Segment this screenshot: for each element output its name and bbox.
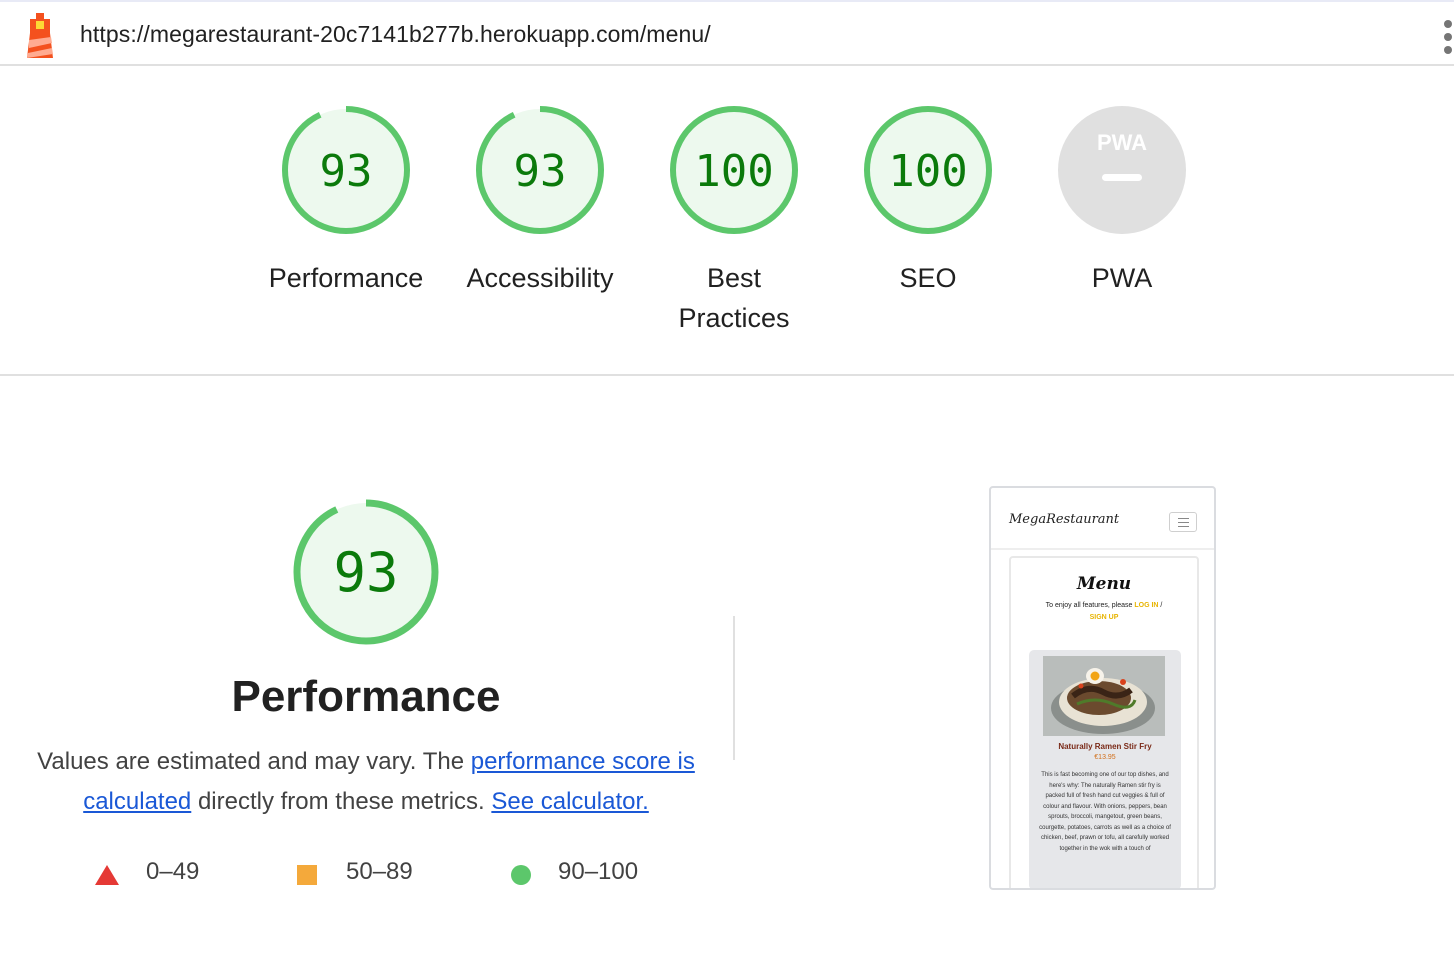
- pwa-badge-icon: PWA: [1058, 106, 1186, 234]
- performance-score: 93: [333, 541, 398, 604]
- thumbnail-navbar: MegaRestaurant: [991, 488, 1214, 550]
- thumbnail-dish-description: This is fast becoming one of our top dis…: [1039, 772, 1171, 852]
- performance-description: Values are estimated and may vary. The p…: [36, 742, 696, 822]
- thumbnail-separator: /: [1160, 602, 1163, 609]
- gauge-pwa-label: PWA: [1091, 263, 1153, 293]
- hamburger-icon: [1169, 512, 1197, 532]
- final-screenshot-thumbnail[interactable]: MegaRestaurant Menu To enjoy all feature…: [989, 486, 1216, 890]
- gauge-accessibility-label: Accessibility: [466, 263, 614, 293]
- gauge-performance[interactable]: 93 Performance: [256, 104, 436, 298]
- gauge-best-practices-ring: 100: [670, 106, 798, 234]
- gauge-accessibility-ring: 93: [476, 106, 604, 234]
- gauge-best-practices-score: 100: [694, 146, 773, 197]
- see-calculator-link[interactable]: See calculator.: [491, 788, 648, 815]
- thumbnail-dish-card: Naturally Ramen Stir Fry €13.95 This is …: [1029, 650, 1181, 888]
- performance-section: 93 Performance Values are estimated and …: [0, 376, 1454, 970]
- gauge-performance-label: Performance: [268, 263, 424, 293]
- thumbnail-menu-card: Menu To enjoy all features, please LOG I…: [1009, 556, 1199, 888]
- category-gauges: 93 Performance 93 Accessibility 100 Best…: [0, 66, 1454, 374]
- thumbnail-info-prefix: To enjoy all features, please: [1045, 602, 1133, 609]
- page-url: https://megarestaurant-20c7141b277b.hero…: [80, 21, 711, 47]
- thumbnail-login-link: LOG IN: [1134, 602, 1159, 609]
- desc-middle: directly from these metrics.: [197, 788, 485, 815]
- legend-average-range: 50–89: [346, 858, 413, 885]
- gauge-pwa[interactable]: PWA PWA: [1032, 104, 1212, 298]
- kebab-menu-icon[interactable]: [1440, 20, 1454, 54]
- green-circle-icon: [511, 865, 531, 885]
- legend-pass-range: 90–100: [558, 858, 639, 885]
- desc-prefix: Values are estimated and may vary. The: [37, 748, 465, 775]
- performance-gauge: 93: [293, 499, 439, 645]
- thumbnail-dish-name: Naturally Ramen Stir Fry: [1058, 742, 1152, 751]
- vertical-divider: [733, 616, 735, 760]
- pwa-badge-text: PWA: [1097, 130, 1147, 155]
- thumbnail-menu-title: Menu: [1076, 574, 1132, 594]
- thumbnail-dish-price: €13.95: [1094, 754, 1116, 761]
- ramen-bowl-image: [1043, 656, 1165, 736]
- gauge-best-practices-label: Best Practices: [678, 263, 790, 333]
- gauge-performance-ring: 93: [282, 106, 410, 234]
- gauge-accessibility[interactable]: 93 Accessibility: [450, 104, 630, 298]
- legend-fail-range: 0–49: [146, 858, 200, 885]
- thumbnail-signup-link: SIGN UP: [1089, 614, 1119, 621]
- report-header: https://megarestaurant-20c7141b277b.hero…: [0, 0, 1454, 66]
- gauge-seo-ring: 100: [864, 106, 992, 234]
- gauge-seo-score: 100: [888, 146, 967, 197]
- orange-square-icon: [297, 865, 317, 885]
- thumbnail-info-text: To enjoy all features, please LOG IN / S…: [1021, 600, 1187, 624]
- lighthouse-icon: [27, 13, 53, 58]
- gauge-best-practices[interactable]: 100 Best Practices: [644, 104, 824, 338]
- thumbnail-brand: MegaRestaurant: [1009, 512, 1120, 527]
- performance-title: Performance: [231, 672, 501, 721]
- gauge-performance-score: 93: [320, 146, 373, 197]
- gauge-accessibility-score: 93: [514, 146, 567, 197]
- gauge-seo-label: SEO: [899, 263, 957, 293]
- red-triangle-icon: [95, 865, 119, 885]
- gauge-seo[interactable]: 100 SEO: [838, 104, 1018, 298]
